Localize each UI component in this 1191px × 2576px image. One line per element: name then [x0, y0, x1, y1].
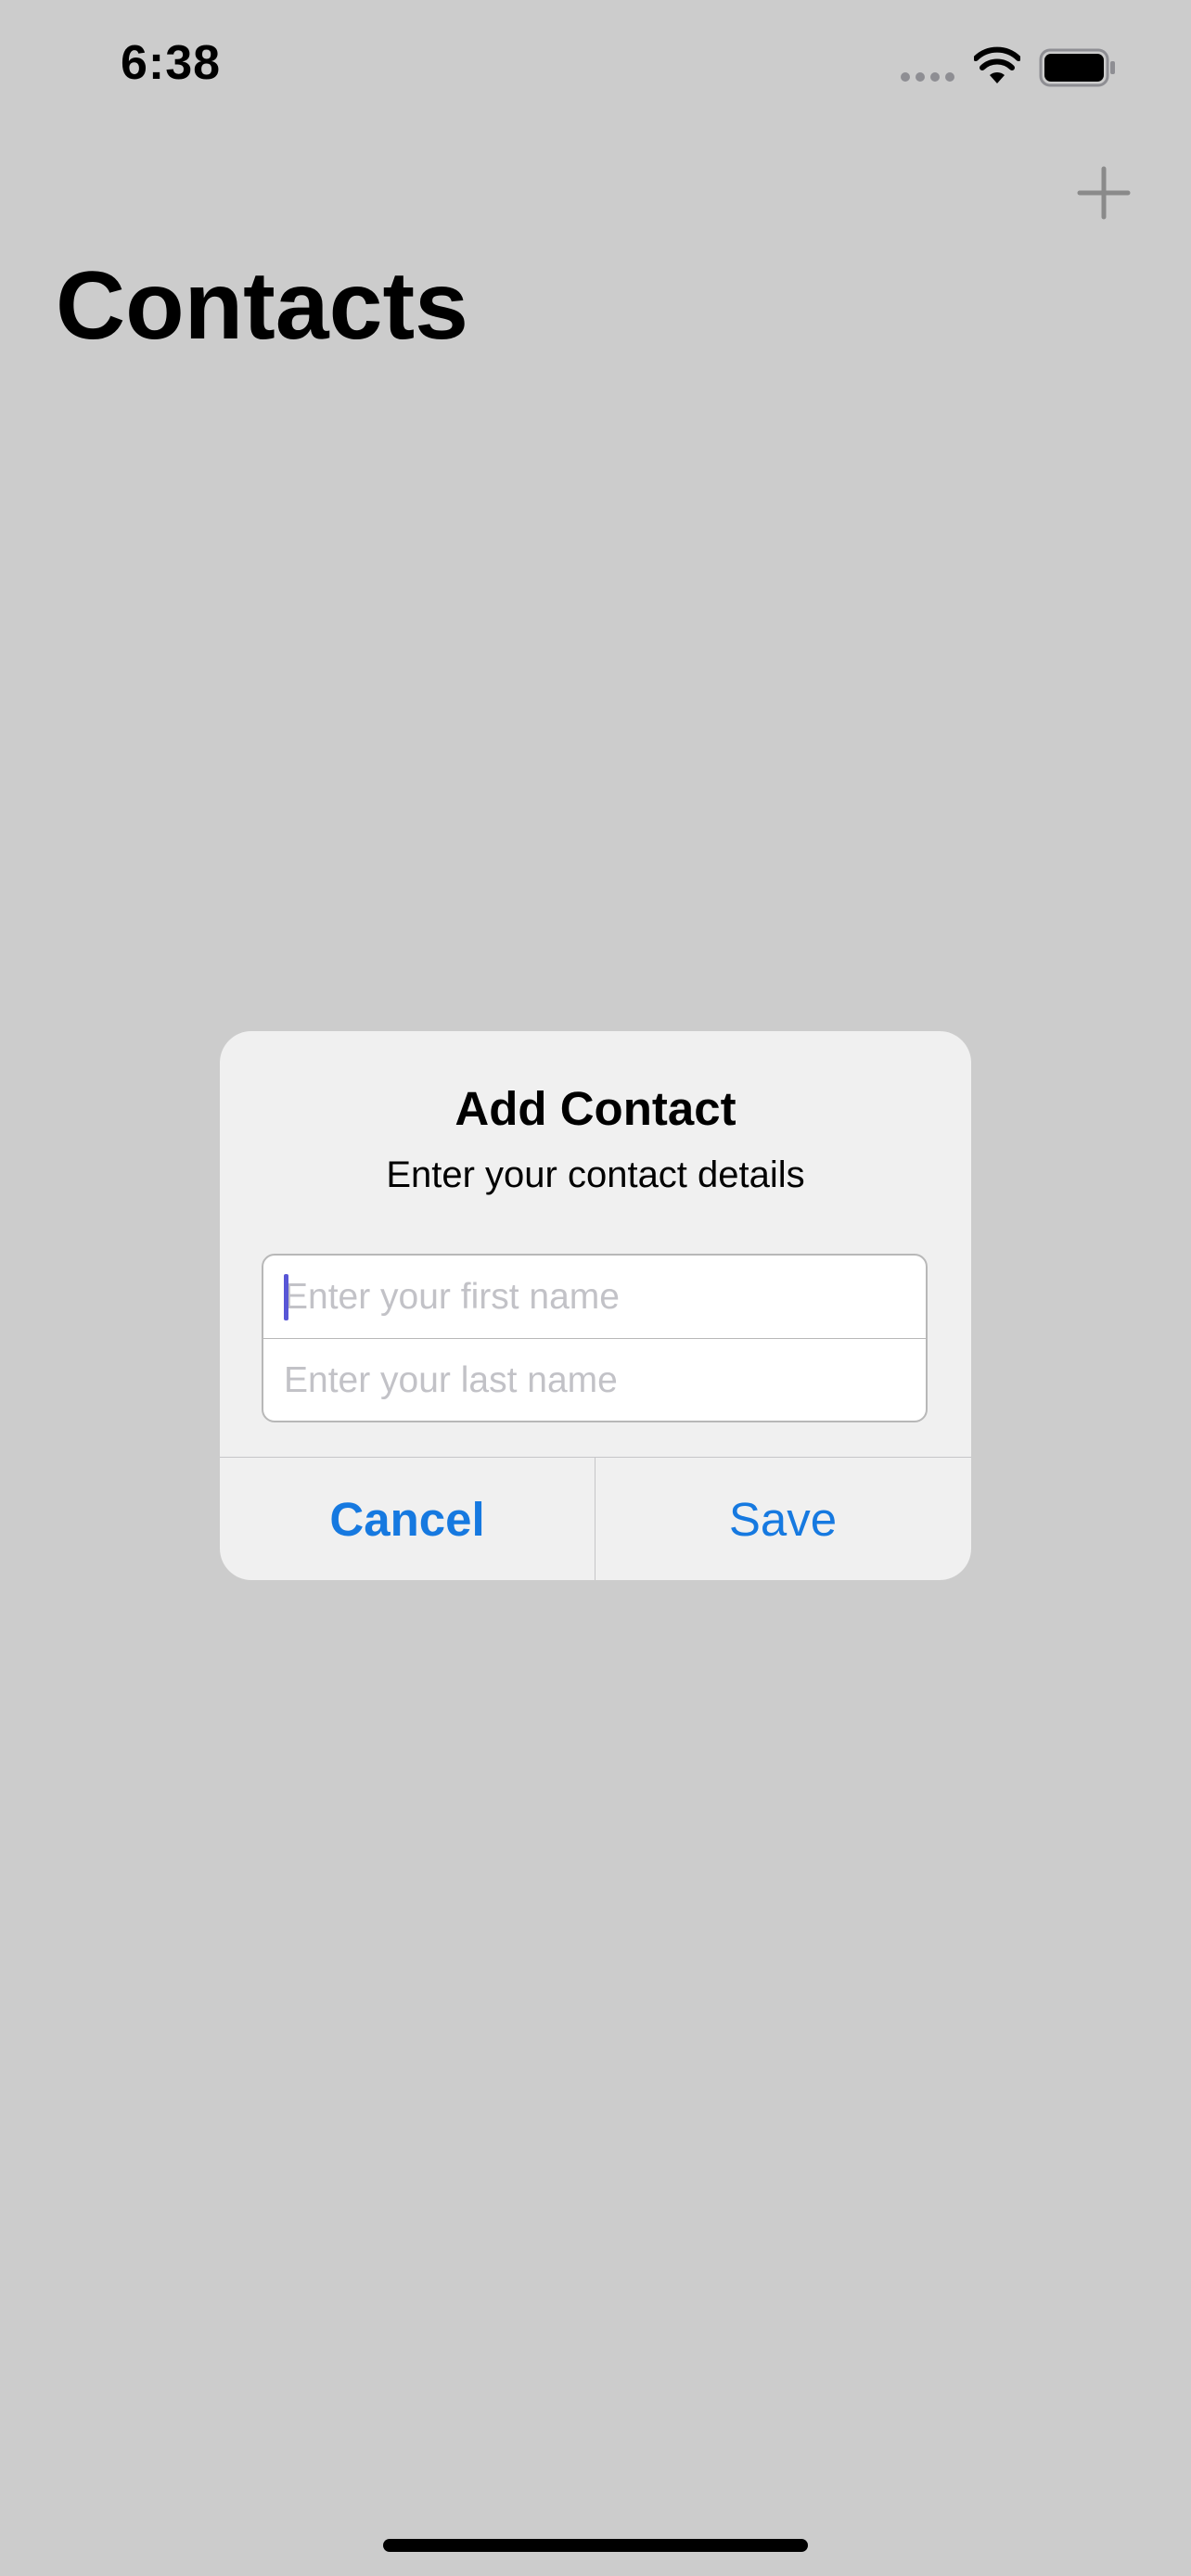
home-indicator[interactable] — [383, 2539, 808, 2552]
last-name-field[interactable] — [263, 1339, 926, 1422]
wifi-icon — [974, 46, 1020, 83]
cancel-button[interactable]: Cancel — [220, 1458, 595, 1580]
status-time: 6:38 — [121, 36, 222, 90]
plus-icon — [1077, 166, 1131, 220]
add-contact-button[interactable] — [1067, 159, 1141, 226]
add-contact-dialog: Add Contact Enter your contact details C… — [220, 1031, 971, 1580]
first-name-field[interactable] — [263, 1256, 926, 1338]
dialog-title: Add Contact — [455, 1082, 736, 1135]
text-caret — [284, 1274, 288, 1320]
cellular-signal-icon — [901, 72, 954, 82]
battery-icon — [1039, 48, 1115, 87]
page-title: Contacts — [56, 252, 468, 360]
contact-fields-group — [262, 1254, 928, 1422]
save-button[interactable]: Save — [596, 1458, 970, 1580]
status-bar: 6:38 — [0, 0, 1191, 139]
dialog-subtitle: Enter your contact details — [386, 1154, 805, 1195]
